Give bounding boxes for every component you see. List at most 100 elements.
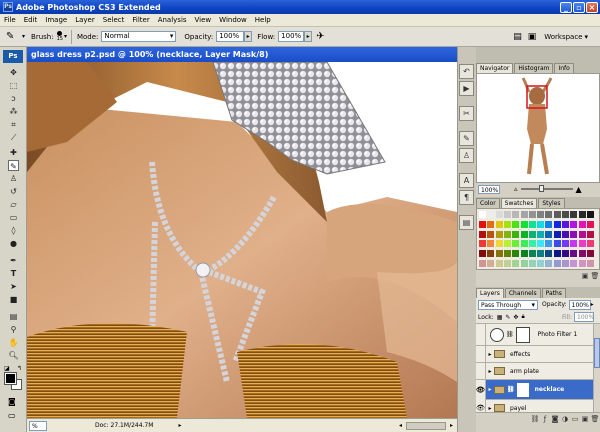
color-swatch[interactable]	[503, 211, 511, 218]
gradient-tool-icon[interactable]: ▭	[8, 212, 19, 223]
color-swatch[interactable]	[495, 230, 503, 238]
color-swatch[interactable]	[537, 211, 545, 218]
color-swatch[interactable]	[545, 260, 553, 267]
tab-color[interactable]: Color	[476, 198, 500, 208]
camera-icon[interactable]: ▣	[528, 32, 537, 42]
eye-icon[interactable]: 👁︎	[476, 399, 486, 412]
tab-histogram[interactable]: Histogram	[514, 63, 554, 73]
airbrush-icon[interactable]: ✈	[316, 31, 324, 42]
color-swatch[interactable]	[487, 250, 495, 258]
color-swatch[interactable]	[487, 240, 495, 248]
color-swatch[interactable]	[520, 211, 528, 218]
color-swatch[interactable]	[586, 240, 594, 248]
blend-mode-select[interactable]: Pass Through	[478, 299, 538, 310]
swatches-grid[interactable]	[476, 208, 600, 270]
link-layers-icon[interactable]: ⛓	[530, 414, 540, 424]
foreground-color-swatch[interactable]	[4, 372, 17, 385]
flow-arrow-button[interactable]: ▸	[304, 31, 313, 42]
character-panel-icon[interactable]: A	[459, 173, 474, 188]
menu-image[interactable]: Image	[41, 16, 71, 24]
color-swatch[interactable]	[553, 250, 561, 258]
history-panel-icon[interactable]: ↶	[459, 64, 474, 79]
color-swatch[interactable]	[553, 220, 561, 228]
color-swatch[interactable]	[503, 260, 511, 267]
eyedropper-tool-icon[interactable]: ⚲	[8, 324, 19, 335]
color-swatch[interactable]	[537, 250, 545, 258]
color-swatch[interactable]	[479, 240, 486, 248]
visibility-toggle[interactable]	[476, 345, 486, 363]
menu-help[interactable]: Help	[251, 16, 275, 24]
tab-swatches[interactable]: Swatches	[500, 198, 538, 208]
crop-tool-icon[interactable]: ⌗	[8, 119, 19, 130]
document-zoom-field[interactable]: %	[29, 420, 47, 431]
color-swatch[interactable]	[512, 250, 520, 258]
color-swatch[interactable]	[562, 260, 569, 267]
color-swatch[interactable]	[545, 230, 553, 238]
eye-icon[interactable]: 👁︎	[476, 379, 486, 400]
color-swatch[interactable]	[520, 260, 528, 267]
color-swatch[interactable]	[520, 250, 528, 258]
paragraph-panel-icon[interactable]: ¶	[459, 190, 474, 205]
color-swatch[interactable]	[570, 220, 578, 228]
lasso-tool-icon[interactable]: ↄ	[8, 93, 19, 104]
horizontal-scrollbar[interactable]	[405, 421, 446, 430]
color-swatch[interactable]	[479, 230, 486, 238]
tab-paths[interactable]: Paths	[541, 288, 566, 298]
default-colors-icon[interactable]: ◪	[4, 365, 10, 372]
layers-opacity-input[interactable]: 100%	[568, 299, 591, 310]
expand-triangle-icon[interactable]: ▸	[486, 351, 494, 358]
slice-tool-icon[interactable]: ⟋	[8, 132, 19, 143]
color-swatch[interactable]	[528, 250, 536, 258]
lock-all-icon[interactable]: 🔒︎	[521, 313, 524, 321]
color-swatch[interactable]	[512, 220, 520, 228]
color-swatch[interactable]	[562, 220, 569, 228]
tool-presets-panel-icon[interactable]: ✂	[459, 106, 474, 121]
healing-brush-tool-icon[interactable]: ✚	[8, 147, 19, 158]
color-swatch[interactable]	[479, 211, 486, 218]
minimize-button[interactable]: _	[560, 1, 572, 13]
visibility-toggle[interactable]	[476, 362, 486, 380]
type-tool-icon[interactable]: T	[8, 268, 19, 279]
navigator-zoom-slider-thumb[interactable]	[538, 185, 544, 192]
color-swatch[interactable]	[545, 220, 553, 228]
menu-edit[interactable]: Edit	[20, 16, 42, 24]
lock-position-icon[interactable]: ✥	[513, 314, 518, 321]
quick-mask-icon[interactable]: ◙	[8, 397, 16, 406]
color-swatch[interactable]	[537, 260, 545, 267]
lock-transparency-icon[interactable]: ▦	[497, 314, 503, 321]
shape-tool-icon[interactable]: ■	[8, 294, 19, 305]
zoom-in-icon[interactable]: ▲	[576, 185, 582, 194]
tab-layers[interactable]: Layers	[476, 288, 504, 298]
color-swatch[interactable]	[512, 211, 520, 218]
expand-triangle-icon[interactable]: ▸	[486, 386, 494, 393]
tab-info[interactable]: Info	[554, 63, 574, 73]
eraser-tool-icon[interactable]: ▱	[8, 199, 19, 210]
brush-picker-arrow-icon[interactable]: ▾	[64, 33, 67, 40]
menu-file[interactable]: File	[0, 16, 20, 24]
color-swatch[interactable]	[586, 220, 594, 228]
color-swatch[interactable]	[528, 260, 536, 267]
swap-colors-icon[interactable]: ↰	[17, 365, 22, 372]
move-tool-icon[interactable]: ✥	[8, 67, 19, 78]
color-swatch[interactable]	[512, 230, 520, 238]
color-swatch[interactable]	[495, 211, 503, 218]
menu-view[interactable]: View	[191, 16, 216, 24]
color-swatch[interactable]	[570, 250, 578, 258]
layers-scrollbar-thumb[interactable]	[594, 338, 600, 368]
add-mask-icon[interactable]: ◙	[550, 414, 560, 424]
color-swatch[interactable]	[503, 220, 511, 228]
layers-opacity-arrow-icon[interactable]: ▸	[591, 301, 594, 308]
path-selection-tool-icon[interactable]: ➤	[8, 281, 19, 292]
visibility-toggle[interactable]	[476, 324, 486, 346]
new-group-icon[interactable]: ▭	[570, 414, 580, 424]
color-swatch[interactable]	[586, 250, 594, 258]
color-swatch[interactable]	[578, 240, 586, 248]
history-brush-tool-icon[interactable]: ↺	[8, 186, 19, 197]
color-swatch[interactable]	[537, 240, 545, 248]
brush-tool-preset-arrow-icon[interactable]: ▾	[22, 33, 25, 40]
layer-row-effects[interactable]: ▸ effects	[476, 345, 600, 363]
color-swatch[interactable]	[570, 240, 578, 248]
color-swatch[interactable]	[553, 260, 561, 267]
menu-analysis[interactable]: Analysis	[154, 16, 191, 24]
brushes-panel-icon[interactable]: ✎	[459, 131, 474, 146]
